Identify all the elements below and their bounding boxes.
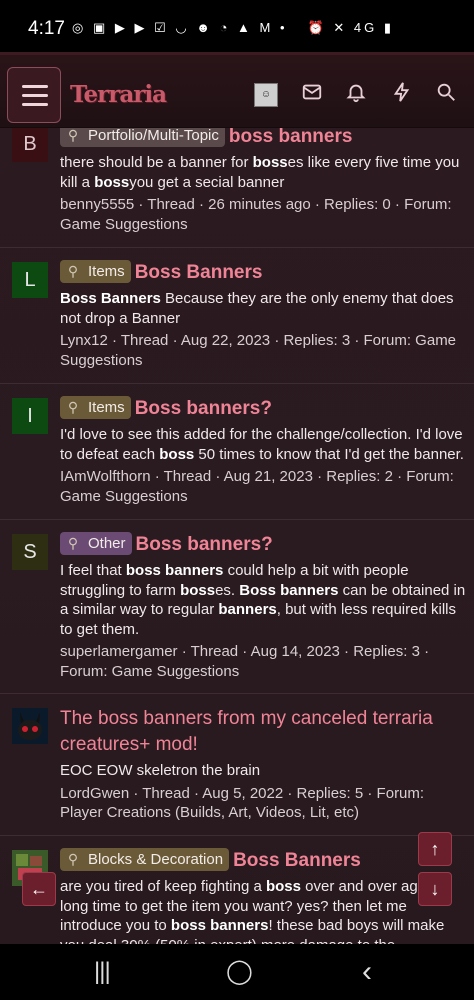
user-avatar[interactable]: ☺ xyxy=(254,83,278,107)
thread-meta: superlamergamer · Thread · Aug 14, 2023 … xyxy=(60,643,430,680)
thread-title[interactable]: Boss Banners xyxy=(135,262,263,283)
back-button[interactable]: ← xyxy=(22,872,56,906)
list-item[interactable]: ⚲ Blocks & Decoration Boss Banners are you… xyxy=(0,836,474,944)
thread-prefix[interactable]: ⚲ Blocks & Decoration xyxy=(60,848,230,871)
thread-title[interactable]: boss banners xyxy=(229,128,353,147)
list-item[interactable]: L ⚲ Items Boss Banners Boss Banners Becaus… xyxy=(0,248,474,384)
pin-icon: ⚲ xyxy=(67,399,79,415)
thread-snippet: I'd love to see this added for the chall… xyxy=(60,426,464,463)
thread-meta: LordGwen · Thread · Aug 5, 2022 · Replie… xyxy=(60,784,425,822)
status-time: 4:17 xyxy=(28,18,65,39)
status-bar: 4:17 ◎ ▣ ▶ ▶ ☑ ◡ ☻ ◔ ▲ M • ⏰ ✕ 4G ▮ xyxy=(0,0,474,52)
thread-prefix[interactable]: ⚲ Items xyxy=(60,260,131,283)
pin-icon: ⚲ xyxy=(67,128,79,143)
scroll-up-button[interactable]: ↑ xyxy=(418,832,452,866)
thread-prefix[interactable]: ⚲ Other xyxy=(60,532,132,555)
scroll-down-button[interactable]: ↓ xyxy=(418,872,452,906)
thread-meta: Lynx12 · Thread · Aug 22, 2023 · Replies… xyxy=(60,332,457,369)
thread-snippet: I feel that boss banners could help a bi… xyxy=(60,562,466,638)
avatar[interactable]: B xyxy=(12,128,48,162)
android-nav-bar: ||| ◯ ‹ xyxy=(0,944,474,1000)
list-item[interactable]: B ⚲ Portfolio/Multi-Topic boss banners the… xyxy=(0,128,474,248)
avatar[interactable]: I xyxy=(12,398,48,434)
mail-icon[interactable] xyxy=(298,81,326,109)
thread-prefix[interactable]: ⚲ Portfolio/Multi-Topic xyxy=(60,128,225,147)
hamburger-icon xyxy=(22,85,48,88)
menu-button[interactable] xyxy=(7,67,61,123)
thread-prefix[interactable]: ⚲ Items xyxy=(60,396,131,419)
thread-snippet: there should be a banner for bosses like… xyxy=(60,154,460,191)
pin-icon: ⚲ xyxy=(67,851,79,867)
list-item[interactable]: I ⚲ Items Boss banners? I'd love to see th… xyxy=(0,384,474,520)
recent-apps-button[interactable]: ||| xyxy=(94,958,111,986)
notification-icons: ◎ ▣ ▶ ▶ ☑ ◡ ☻ ◔ ▲ M • xyxy=(72,20,288,35)
search-results: B ⚲ Portfolio/Multi-Topic boss banners the… xyxy=(0,128,474,944)
thread-snippet: EOC EOW skeletron the brain xyxy=(60,762,261,779)
thread-title[interactable]: Boss banners? xyxy=(136,534,273,555)
home-button[interactable]: ◯ xyxy=(226,958,253,986)
search-icon[interactable] xyxy=(432,81,460,109)
avatar[interactable]: S xyxy=(12,534,48,570)
thread-snippet: are you tired of keep fighting a boss ov… xyxy=(60,878,445,944)
list-item[interactable]: S ⚲ Other Boss banners? I feel that boss b… xyxy=(0,520,474,694)
system-icons: ⏰ ✕ 4G ▮ xyxy=(307,20,394,35)
nav-back-button[interactable]: ‹ xyxy=(362,957,372,987)
bell-icon[interactable] xyxy=(342,81,370,109)
thread-snippet: Boss Banners Because they are the only e… xyxy=(60,290,454,327)
avatar[interactable] xyxy=(12,708,48,744)
thread-meta: benny5555 · Thread · 26 minutes ago · Re… xyxy=(60,196,452,233)
app-header: Terraria ☺ xyxy=(0,52,474,128)
mod-avatar-icon xyxy=(12,708,48,744)
pin-icon: ⚲ xyxy=(67,263,79,279)
avatar[interactable]: L xyxy=(12,262,48,298)
thread-title[interactable]: Boss banners? xyxy=(135,398,272,419)
thread-title[interactable]: The boss banners from my canceled terrar… xyxy=(60,706,466,758)
thread-title[interactable]: Boss Banners xyxy=(233,850,361,871)
bolt-icon[interactable] xyxy=(388,81,416,109)
thread-meta: IAmWolfthorn · Thread · Aug 21, 2023 · R… xyxy=(60,468,454,505)
site-logo[interactable]: Terraria xyxy=(70,81,167,108)
pin-icon: ⚲ xyxy=(67,535,79,551)
list-item[interactable]: The boss banners from my canceled terrar… xyxy=(0,694,474,836)
